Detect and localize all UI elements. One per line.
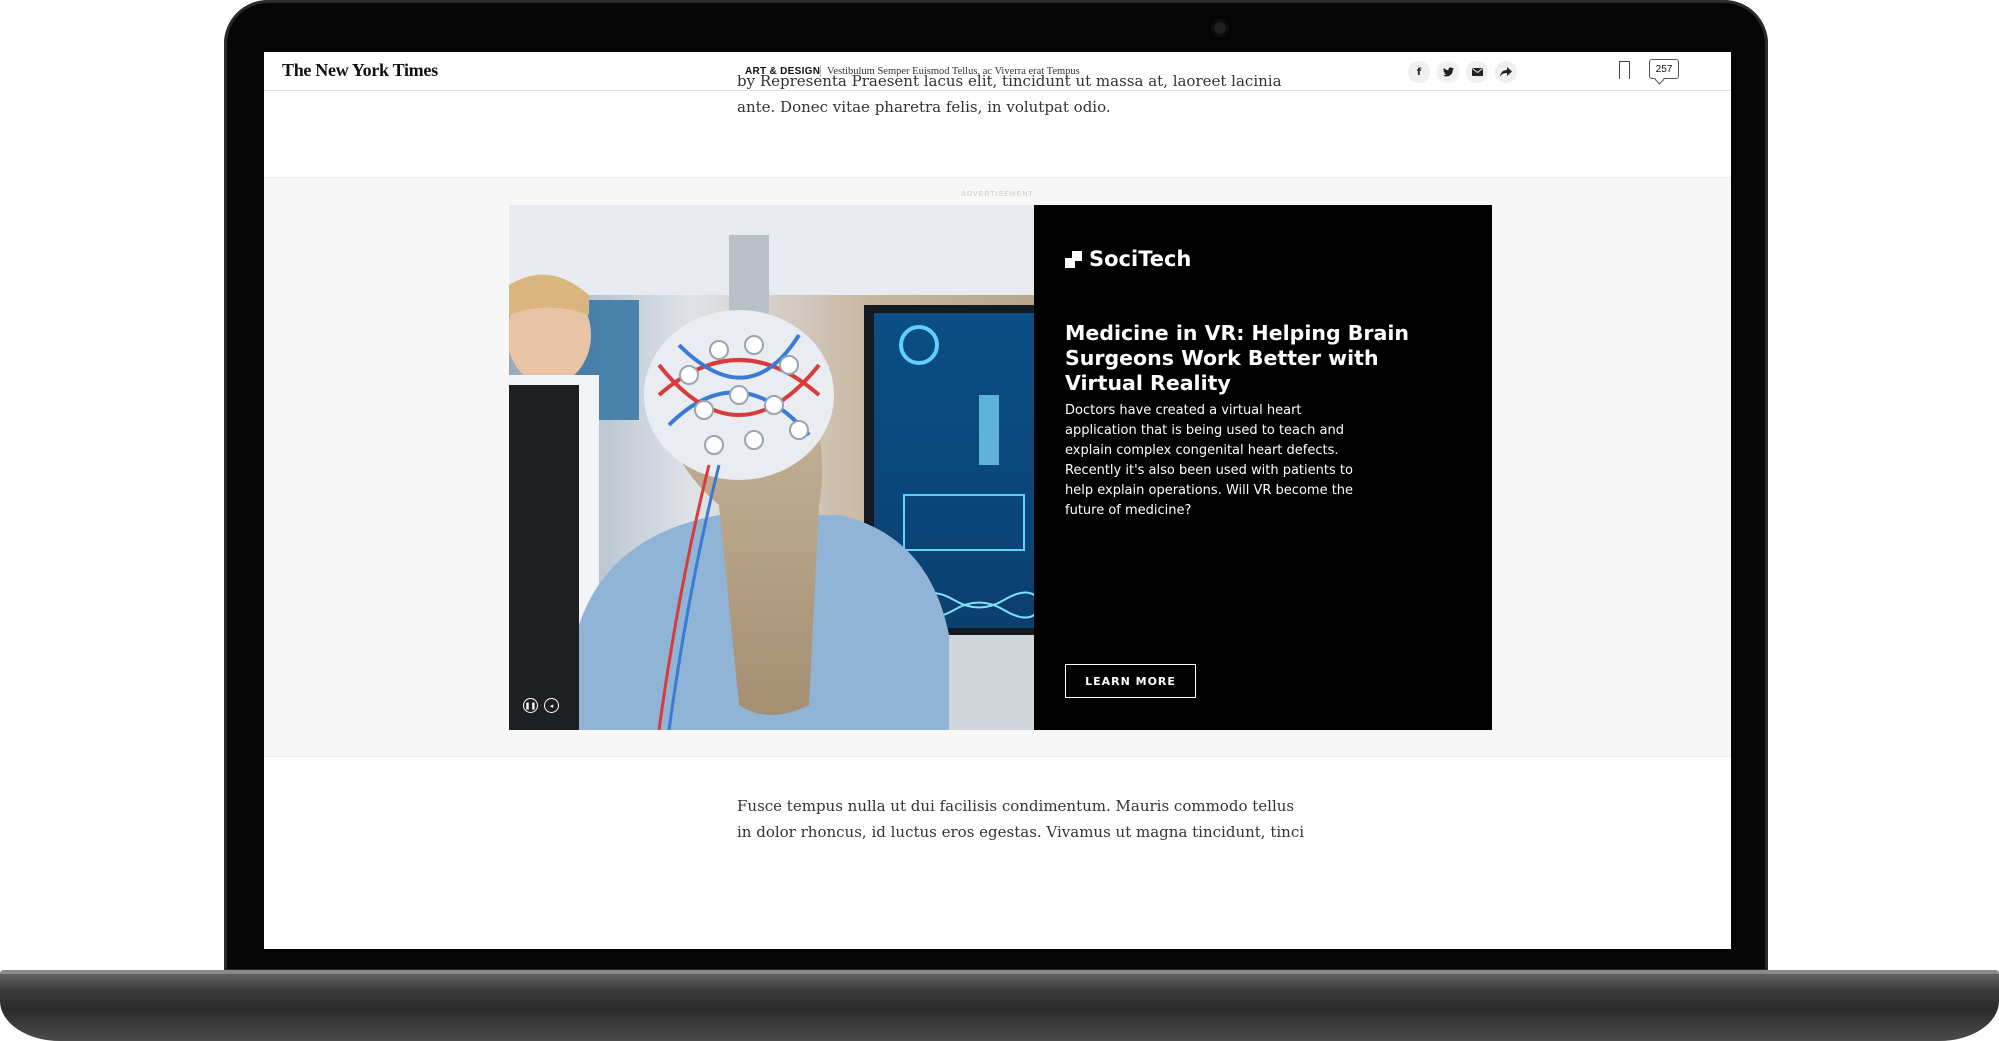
ad-title[interactable]: Medicine in VR: Helping Brain Surgeons W… <box>1065 321 1445 396</box>
vr-medicine-illustration <box>509 205 1034 730</box>
ad-video-image[interactable]: ❚❚ ◂ <box>509 205 1034 730</box>
advertisement-label: ADVERTISEMENT <box>961 191 1034 198</box>
mute-button[interactable]: ◂ <box>544 698 559 713</box>
twitter-icon <box>1442 67 1454 77</box>
pause-icon: ❚❚ <box>524 701 537 710</box>
facebook-icon: f <box>1416 66 1422 78</box>
socitech-logo-icon <box>1065 250 1082 268</box>
browser-viewport: The New York Times ART & DESIGN Vestibul… <box>264 52 1731 949</box>
paragraph-line: Fusce tempus nulla ut dui facilisis cond… <box>737 797 1295 815</box>
camera-icon <box>1211 19 1229 37</box>
speaker-icon: ◂ <box>549 701 554 710</box>
ad-description: Doctors have created a virtual heart app… <box>1065 403 1354 518</box>
advertisement-band: ADVERTISEMENT ❚❚ ◂ SociTech Medicine in … <box>264 177 1731 757</box>
share-arrow-icon <box>1500 67 1512 77</box>
brand-name: SociTech <box>1089 247 1192 271</box>
more-share-button[interactable] <box>1495 61 1517 83</box>
laptop-base <box>0 970 1999 1041</box>
ad-copy-panel: SociTech Medicine in VR: Helping Brain S… <box>1034 205 1492 730</box>
comments-button[interactable]: 257 <box>1649 59 1679 79</box>
paragraph-line: by Representa Praesent lacus elit, tinci… <box>737 72 1282 90</box>
article-paragraph: by Representa Praesent lacus elit, tinci… <box>737 68 1317 120</box>
pause-button[interactable]: ❚❚ <box>523 698 538 713</box>
nyt-logo[interactable]: The New York Times <box>282 60 438 81</box>
email-share-button[interactable] <box>1466 61 1488 83</box>
paragraph-line: ante. Donec vitae pharetra felis, in vol… <box>737 98 1111 116</box>
ad-unit[interactable]: ❚❚ ◂ SociTech Medicine in VR: Helping Br… <box>509 205 1492 730</box>
twitter-share-button[interactable] <box>1437 61 1459 83</box>
paragraph-line: in dolor rhoncus, id luctus eros egestas… <box>737 823 1305 841</box>
envelope-icon <box>1471 68 1483 76</box>
bookmark-icon[interactable] <box>1619 61 1630 80</box>
brand-logo[interactable]: SociTech <box>1065 247 1191 271</box>
facebook-share-button[interactable]: f <box>1408 61 1430 83</box>
learn-more-button[interactable]: LEARN MORE <box>1065 664 1196 698</box>
article-paragraph: Fusce tempus nulla ut dui facilisis cond… <box>737 793 1317 845</box>
comment-count: 257 <box>1655 63 1673 75</box>
